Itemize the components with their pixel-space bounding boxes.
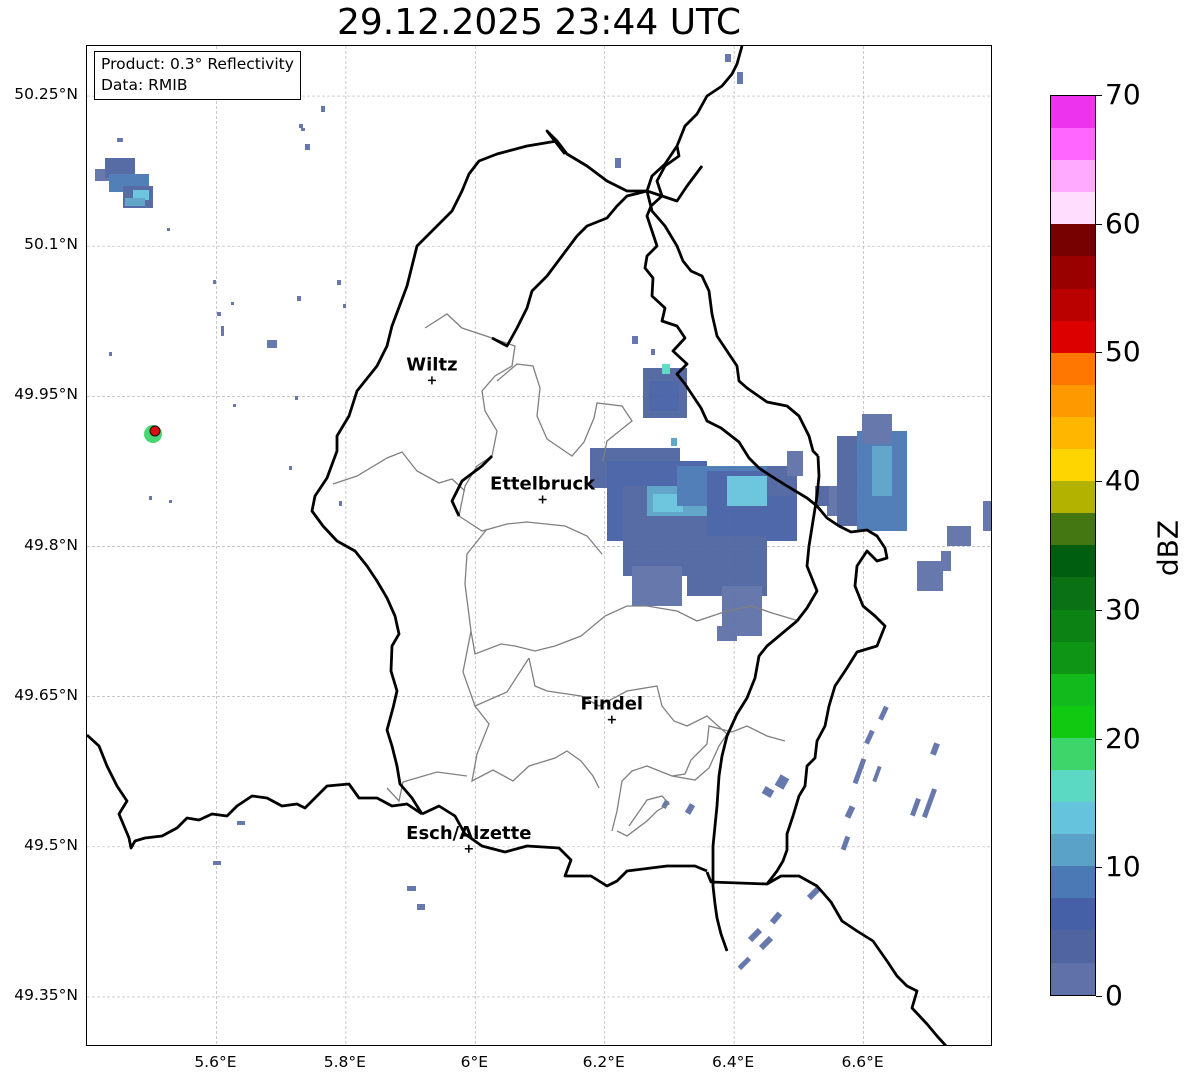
- colorbar-tick: [1096, 95, 1102, 96]
- radar-echoes: [95, 54, 991, 971]
- city-marker: Esch/Alzette: [406, 823, 531, 853]
- echo-cluster-northwest: [95, 138, 153, 208]
- latitude-label: 49.95°N: [14, 385, 78, 404]
- colorbar-segment: [1051, 513, 1095, 546]
- colorbar-segment: [1051, 898, 1095, 931]
- radar-map[interactable]: Wiltz Ettelbruck Findel Esch/Alzette: [86, 45, 992, 1046]
- colorbar-segment: [1051, 930, 1095, 963]
- graticule: [87, 46, 991, 1045]
- latitude-label: 50.25°N: [14, 85, 78, 104]
- data-source-label: Data: RMIB: [101, 76, 188, 94]
- colorbar-segment: [1051, 192, 1095, 225]
- latitude-label: 49.35°N: [14, 985, 78, 1004]
- colorbar-tick: [1096, 738, 1102, 740]
- latitude-label: 49.5°N: [24, 835, 78, 854]
- colorbar-tick-label: 0: [1105, 979, 1123, 1012]
- colorbar-segment: [1051, 866, 1095, 899]
- colorbar-segment: [1051, 288, 1095, 321]
- city-label: Wiltz: [406, 354, 457, 375]
- city-crosshair-icon: [538, 495, 547, 504]
- colorbar-segment: [1051, 224, 1095, 257]
- city-label: Esch/Alzette: [406, 823, 531, 844]
- map-canvas: Wiltz Ettelbruck Findel Esch/Alzette: [87, 46, 991, 1045]
- colorbar-segment: [1051, 577, 1095, 610]
- colorbar-segment: [1051, 834, 1095, 867]
- colorbar-tick: [1096, 481, 1102, 483]
- longitude-label: 6.2°E: [582, 1053, 625, 1071]
- longitude-label: 5.6°E: [194, 1053, 237, 1071]
- longitude-label: 6°E: [460, 1053, 488, 1071]
- city-crosshair-icon: [464, 844, 473, 853]
- colorbar-segment: [1051, 160, 1095, 193]
- colorbar-segment: [1051, 320, 1095, 353]
- echo-streaks-southeast: [661, 705, 940, 971]
- city-crosshair-icon: [427, 376, 436, 385]
- colorbar-tick-label: 40: [1105, 464, 1141, 498]
- colorbar-tick-label: 30: [1105, 592, 1141, 626]
- city-crosshair-icon: [607, 715, 616, 724]
- longitude-label: 5.8°E: [323, 1053, 366, 1071]
- city-layer: Wiltz Ettelbruck Findel Esch/Alzette: [406, 354, 644, 853]
- colorbar-segment: [1051, 769, 1095, 803]
- radar-site-marker: [144, 425, 162, 443]
- latitude-label: 49.65°N: [14, 685, 78, 704]
- colorbar-tick: [1096, 352, 1102, 354]
- colorbar-tick-label: 50: [1105, 335, 1141, 369]
- colorbar-segment: [1051, 416, 1095, 450]
- city-marker: Ettelbruck: [490, 473, 596, 504]
- colorbar-tick-label: 20: [1105, 721, 1141, 755]
- longitude-label: 6.4°E: [712, 1053, 755, 1071]
- latitude-label: 50.1°N: [24, 235, 78, 254]
- map-title: 29.12.2025 23:44 UTC: [336, 2, 742, 43]
- colorbar-segment: [1051, 641, 1095, 674]
- city-marker: Findel: [581, 694, 644, 724]
- colorbar-segment: [1051, 962, 1095, 995]
- product-label: Product: 0.3° Reflectivity: [101, 55, 294, 73]
- city-label: Findel: [581, 694, 644, 715]
- colorbar-segment: [1051, 705, 1095, 738]
- colorbar-segment: [1051, 384, 1095, 417]
- colorbar-tick-label: 70: [1105, 78, 1141, 111]
- colorbar: [1050, 95, 1096, 996]
- colorbar-segment: [1051, 128, 1095, 161]
- colorbar-segment: [1051, 96, 1095, 129]
- city-marker: Wiltz: [406, 354, 458, 385]
- colorbar-segment: [1051, 256, 1095, 289]
- colorbar-tick-label: 10: [1105, 850, 1141, 884]
- colorbar-segment: [1051, 545, 1095, 578]
- colorbar-segment: [1051, 352, 1095, 385]
- colorbar-tick: [1096, 996, 1102, 997]
- colorbar-tick: [1096, 609, 1102, 611]
- colorbar-segment: [1051, 673, 1095, 706]
- product-info-box: Product: 0.3° Reflectivity Data: RMIB: [94, 51, 301, 100]
- colorbar-segment: [1051, 449, 1095, 482]
- colorbar-tick-label: 60: [1105, 206, 1141, 240]
- colorbar-segment: [1051, 481, 1095, 514]
- city-label: Ettelbruck: [490, 473, 596, 494]
- latitude-label: 49.8°N: [24, 535, 78, 554]
- colorbar-segment: [1051, 609, 1095, 642]
- colorbar-tick: [1096, 867, 1102, 869]
- longitude-label: 6.6°E: [841, 1053, 884, 1071]
- colorbar-tick: [1096, 223, 1102, 225]
- colorbar-segment: [1051, 802, 1095, 835]
- colorbar-unit: dBZ: [1151, 519, 1184, 577]
- colorbar-segment: [1051, 737, 1095, 770]
